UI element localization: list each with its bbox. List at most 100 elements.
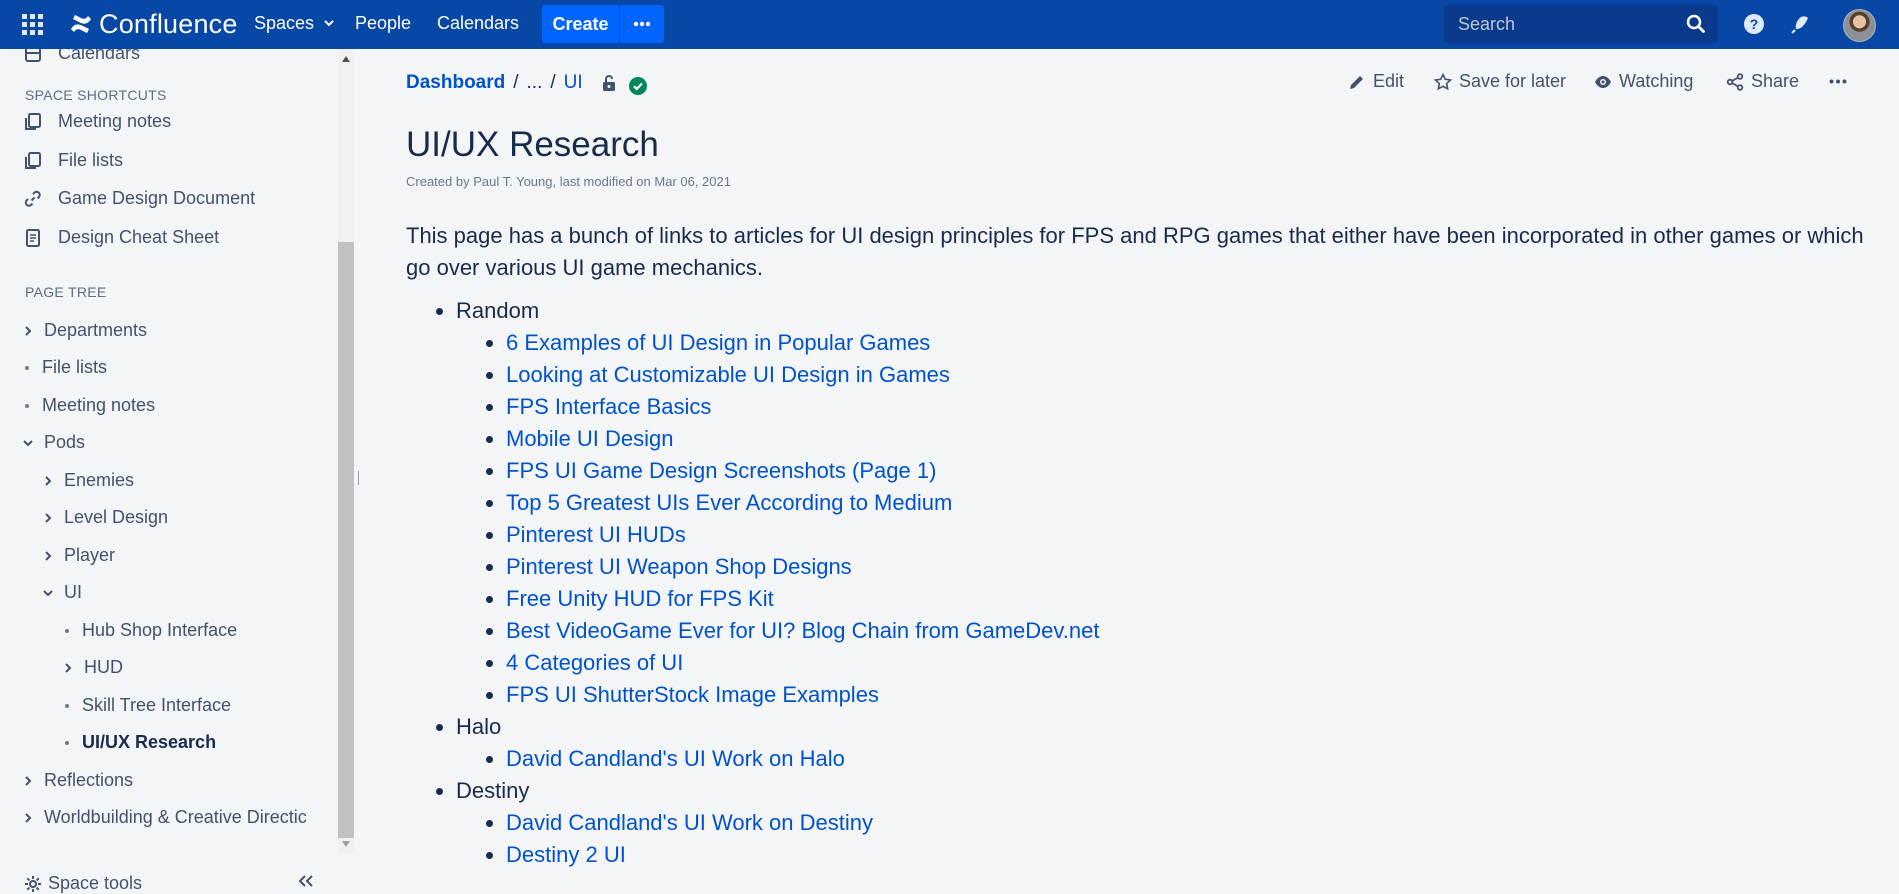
section-list: Random 6 Examples of UI Design in Popula… (406, 295, 1099, 871)
list-item: Best VideoGame Ever for UI? Blog Chain f… (506, 615, 1099, 647)
edit-button[interactable]: Edit (1348, 71, 1404, 92)
shortcut-design-cheat-sheet[interactable]: Design Cheat Sheet (24, 227, 219, 248)
article-link[interactable]: Pinterest UI Weapon Shop Designs (506, 554, 852, 579)
save-for-later-button[interactable]: Save for later (1434, 71, 1566, 92)
chevron-right-icon[interactable] (42, 475, 54, 487)
nav-spaces[interactable]: Spaces (254, 13, 335, 34)
chevron-right-icon[interactable] (62, 662, 74, 674)
breadcrumb-ui[interactable]: UI (564, 72, 583, 94)
tree-item-pods[interactable]: Pods (22, 432, 85, 453)
bullet-icon (65, 740, 69, 745)
article-link[interactable]: FPS UI ShutterStock Image Examples (506, 682, 879, 707)
article-link[interactable]: FPS UI Game Design Screenshots (Page 1) (506, 458, 936, 483)
nav-people[interactable]: People (355, 13, 411, 34)
confluence-logo-icon (71, 15, 91, 33)
watching-button[interactable]: Watching (1594, 71, 1693, 92)
article-link[interactable]: Pinterest UI HUDs (506, 522, 686, 547)
space-tools-button[interactable]: Space tools (24, 873, 142, 894)
confluence-logo[interactable]: Confluence (69, 8, 238, 40)
tree-item-ui-ux-research[interactable]: UI/UX Research (62, 732, 216, 753)
save-for-later-label: Save for later (1459, 71, 1567, 91)
more-actions-button[interactable] (1829, 79, 1854, 84)
tree-item-ui[interactable]: UI (42, 582, 82, 603)
article-link[interactable]: Best VideoGame Ever for UI? Blog Chain f… (506, 618, 1099, 643)
share-button[interactable]: Share (1726, 71, 1799, 92)
more-icon (633, 21, 651, 27)
link-icon (24, 190, 41, 207)
bullet-icon (25, 365, 29, 370)
notifications-icon[interactable] (1790, 13, 1812, 35)
shortcut-file-lists[interactable]: File lists (24, 150, 123, 171)
tree-item-label: Enemies (64, 470, 135, 490)
article-link[interactable]: 6 Examples of UI Design in Popular Games (506, 330, 930, 355)
search-input[interactable] (1456, 12, 1680, 36)
shortcut-meeting-notes[interactable]: Meeting notes (24, 111, 171, 132)
search-icon[interactable] (1686, 14, 1706, 34)
sidebar-item-label: Calendars (58, 49, 141, 63)
chevron-right-icon[interactable] (22, 775, 34, 787)
tree-item-level-design[interactable]: Level Design (42, 507, 168, 528)
page-intro: This page has a bunch of links to articl… (406, 223, 1864, 280)
avatar[interactable] (1843, 9, 1876, 42)
search-box[interactable] (1444, 5, 1718, 43)
tree-item-label: Meeting notes (42, 395, 156, 415)
sidebar-item-calendars[interactable]: Calendars (24, 49, 140, 64)
breadcrumb-dashboard[interactable]: Dashboard (406, 72, 505, 94)
tree-item-reflections[interactable]: Reflections (22, 770, 133, 791)
shortcut-label: Meeting notes (58, 111, 172, 131)
breadcrumb-ellipsis[interactable]: ... (527, 72, 543, 94)
create-more-button[interactable] (620, 5, 664, 43)
tree-item-hub-shop-interface[interactable]: Hub Shop Interface (62, 620, 237, 641)
tree-item-label: Skill Tree Interface (82, 695, 232, 715)
chevron-right-icon[interactable] (22, 812, 34, 824)
tree-item-file-lists[interactable]: File lists (22, 357, 107, 378)
list-item: Top 5 Greatest UIs Ever According to Med… (506, 487, 1099, 519)
article-link[interactable]: Destiny 2 UI (506, 842, 626, 867)
share-icon (1726, 72, 1744, 91)
tree-item-label: Level Design (64, 507, 169, 527)
shortcut-game-design-document[interactable]: Game Design Document (24, 188, 255, 209)
list-item: David Candland's UI Work on Halo (506, 743, 1099, 775)
article-link[interactable]: Free Unity HUD for FPS Kit (506, 586, 774, 611)
nav-calendars[interactable]: Calendars (437, 13, 519, 34)
sidebar-scrollbar-thumb[interactable] (338, 242, 354, 838)
article-link[interactable]: David Candland's UI Work on Halo (506, 746, 845, 771)
shortcut-label: Design Cheat Sheet (58, 227, 220, 247)
list-item: Pinterest UI Weapon Shop Designs (506, 551, 1099, 583)
check-circle-icon[interactable] (628, 77, 647, 95)
list-item: FPS Interface Basics (506, 391, 1099, 423)
tree-item-worldbuilding[interactable]: Worldbuilding & Creative Directic (22, 807, 307, 828)
tree-item-departments[interactable]: Departments (22, 320, 147, 341)
tree-item-enemies[interactable]: Enemies (42, 470, 134, 491)
chevron-right-icon[interactable] (22, 325, 34, 337)
tree-item-hud[interactable]: HUD (62, 657, 123, 678)
scroll-up-arrow-icon[interactable] (342, 56, 350, 62)
tree-item-player[interactable]: Player (42, 545, 115, 566)
edit-label: Edit (1373, 71, 1405, 91)
page-content: Dashboard / ... / UI Edit Save for later (364, 49, 1899, 892)
chevron-down-icon[interactable] (42, 587, 54, 599)
create-button[interactable]: Create (542, 5, 619, 43)
article-link[interactable]: Top 5 Greatest UIs Ever According to Med… (506, 490, 952, 515)
tree-item-label: Player (64, 545, 116, 565)
tree-item-skill-tree-interface[interactable]: Skill Tree Interface (62, 695, 231, 716)
tree-item-meeting-notes[interactable]: Meeting notes (22, 395, 155, 416)
svg-text:?: ? (1750, 16, 1759, 32)
link-sublist: 6 Examples of UI Design in Popular Games… (456, 327, 1099, 711)
collapse-sidebar-icon[interactable] (297, 874, 315, 888)
article-link[interactable]: David Candland's UI Work on Destiny (506, 810, 873, 835)
bullet-icon (65, 703, 69, 708)
scroll-down-arrow-icon[interactable] (342, 841, 350, 847)
article-link[interactable]: FPS Interface Basics (506, 394, 711, 419)
chevron-right-icon[interactable] (42, 512, 54, 524)
link-sublist: David Candland's UI Work on Destiny Dest… (456, 807, 1099, 871)
chevron-right-icon[interactable] (42, 550, 54, 562)
help-icon[interactable]: ? (1743, 13, 1765, 35)
unlocked-icon[interactable] (601, 74, 617, 92)
chevron-down-icon[interactable] (22, 437, 34, 449)
article-link[interactable]: Mobile UI Design (506, 426, 674, 451)
sidebar: Calendars SPACE SHORTCUTS Meeting notes … (0, 49, 338, 892)
article-link[interactable]: 4 Categories of UI (506, 650, 683, 675)
app-switcher-icon[interactable] (22, 14, 44, 36)
article-link[interactable]: Looking at Customizable UI Design in Gam… (506, 362, 950, 387)
